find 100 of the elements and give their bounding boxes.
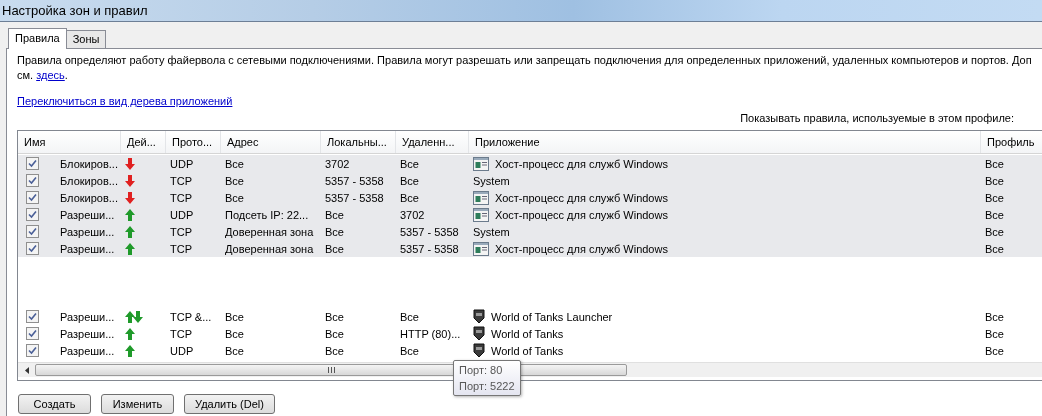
action-button[interactable]: Изменить	[101, 394, 174, 414]
column-header[interactable]: Адрес	[221, 131, 321, 153]
table-row[interactable]: Разреши... TCP Доверенная зона Все 5357 - 5358 System Все	[18, 223, 1042, 240]
table-cell: Все	[225, 191, 244, 204]
table-cell: Разреши...	[60, 225, 115, 238]
description-text: Правила определяют работу файервола с сетевыми подключениями. Правила могут разрешать или запрещать подключения для определенных приложений, удаленных компьютеров и портов. Доп	[17, 53, 1033, 68]
table-cell: Хост-процесс для служб Windows	[495, 157, 668, 170]
checkbox[interactable]	[26, 208, 39, 221]
tree-view-link[interactable]: Переключиться в вид дерева приложений	[17, 95, 233, 107]
table-cell: Блокиров...	[60, 174, 118, 187]
action-button[interactable]: Создать	[18, 394, 91, 414]
column-header[interactable]: Дей...	[121, 131, 166, 153]
table-cell: Все	[325, 310, 344, 323]
table-cell: Все	[400, 344, 419, 357]
checkbox[interactable]	[26, 344, 39, 357]
table-cell: UDP	[170, 157, 194, 170]
table-cell: World of Tanks	[491, 344, 564, 357]
table-cell: Хост-процесс для служб Windows	[495, 208, 668, 221]
tab[interactable]: Правила	[8, 28, 67, 49]
scrollbar-thumb[interactable]	[35, 364, 627, 376]
table-row[interactable]: Блокиров... TCP Все 5357 - 5358 Все System Все	[18, 172, 1042, 189]
table-cell: Блокиров...	[60, 157, 118, 170]
table-cell: Все	[325, 344, 344, 357]
column-header[interactable]: Удаленн...	[396, 131, 469, 153]
column-header[interactable]: Прото...	[166, 131, 221, 153]
profile-label: Показывать правила, используемые в этом профиле:	[740, 111, 1014, 126]
table-cell: 5357 - 5358	[325, 191, 384, 204]
table-cell: TCP	[170, 327, 192, 340]
table-row[interactable]: Разреши... TCP Доверенная зона Все 5357 - 5358 Хост-процесс для служб Windows Все	[18, 240, 1042, 257]
checkbox[interactable]	[26, 327, 39, 340]
table-cell: TCP	[170, 242, 192, 255]
table-cell: Хост-процесс для служб Windows	[495, 242, 668, 255]
table-cell: Все	[985, 191, 1004, 204]
here-link[interactable]: здесь	[36, 69, 65, 81]
table-row[interactable]: Разреши... UDP Подсеть IP: 22... Все 3702 Хост-процесс для служб Windows Все	[18, 206, 1042, 223]
table-cell: Разреши...	[60, 208, 115, 221]
period-text: .	[64, 69, 68, 81]
table-cell: Разреши...	[60, 310, 115, 323]
horizontal-scrollbar[interactable]	[18, 362, 1042, 377]
table-cell: Все	[985, 327, 1004, 340]
table-cell: TCP	[170, 174, 192, 187]
table-cell: TCP	[170, 191, 192, 204]
table-cell: UDP	[170, 208, 194, 221]
table-cell: Все	[225, 174, 244, 187]
table-cell: UDP	[170, 344, 194, 357]
table-cell: 5357 - 5358	[325, 174, 384, 187]
table-cell: Все	[400, 174, 419, 187]
action-button[interactable]: Удалить (Del)	[184, 394, 275, 414]
table-cell: TCP	[170, 225, 192, 238]
table-cell: Блокиров...	[60, 191, 118, 204]
table-row[interactable]: Блокиров... UDP Все 3702 Все Хост-процесс для служб Windows Все	[18, 155, 1042, 172]
table-cell: Все	[325, 327, 344, 340]
table-cell: 3702	[400, 208, 425, 221]
tooltip: Порт: 80 Порт: 5222	[453, 360, 521, 396]
table-cell: System	[473, 174, 510, 187]
table-cell: Все	[225, 344, 244, 357]
table-cell: Разреши...	[60, 344, 115, 357]
checkbox[interactable]	[26, 157, 39, 170]
table-row[interactable]: Блокиров... TCP Все 5357 - 5358 Все Хост-процесс для служб Windows Все	[18, 189, 1042, 206]
table-cell: Все	[225, 310, 244, 323]
table-cell: Все	[325, 225, 344, 238]
grip-icon	[327, 367, 335, 373]
table-cell: World of Tanks Launcher	[491, 310, 613, 323]
table-cell: Подсеть IP: 22...	[225, 208, 309, 221]
table-cell: Все	[985, 310, 1004, 323]
table-cell: Доверенная зона	[225, 225, 314, 238]
checkbox[interactable]	[26, 174, 39, 187]
column-header[interactable]: Приложение	[469, 131, 981, 153]
table-cell: Все	[985, 242, 1004, 255]
checkbox[interactable]	[26, 191, 39, 204]
table-cell: TCP &...	[170, 310, 212, 323]
table-cell: Все	[985, 225, 1004, 238]
table-cell: Все	[400, 310, 419, 323]
tab[interactable]: Зоны	[65, 30, 107, 49]
window-title: Настройка зон и правил	[2, 3, 148, 18]
table-cell: Доверенная зона	[225, 242, 314, 255]
table-cell: Разреши...	[60, 242, 115, 255]
table-cell: Все	[400, 157, 419, 170]
table-cell: Все	[985, 157, 1004, 170]
checkbox[interactable]	[26, 242, 39, 255]
checkbox[interactable]	[26, 225, 39, 238]
table-cell: Все	[225, 327, 244, 340]
description-text: см.	[17, 69, 35, 81]
table-cell: 5357 - 5358	[400, 242, 459, 255]
table-cell: HTTP (80)...	[400, 327, 461, 340]
table-cell: Разреши...	[60, 327, 115, 340]
table-cell: Хост-процесс для служб Windows	[495, 191, 668, 204]
checkbox[interactable]	[26, 310, 39, 323]
column-header[interactable]: Локальны...	[321, 131, 396, 153]
table-cell: Все	[985, 208, 1004, 221]
column-header[interactable]: Профиль	[981, 131, 1042, 153]
table-cell: 3702	[325, 157, 350, 170]
table-cell: Все	[225, 157, 244, 170]
table-cell: Все	[325, 242, 344, 255]
table-cell: 5357 - 5358	[400, 225, 459, 238]
table-cell: Все	[400, 191, 419, 204]
table-cell: Все	[985, 174, 1004, 187]
scroll-left-icon[interactable]	[24, 366, 29, 374]
table-cell: World of Tanks	[491, 327, 564, 340]
column-header[interactable]: Имя	[18, 131, 121, 153]
